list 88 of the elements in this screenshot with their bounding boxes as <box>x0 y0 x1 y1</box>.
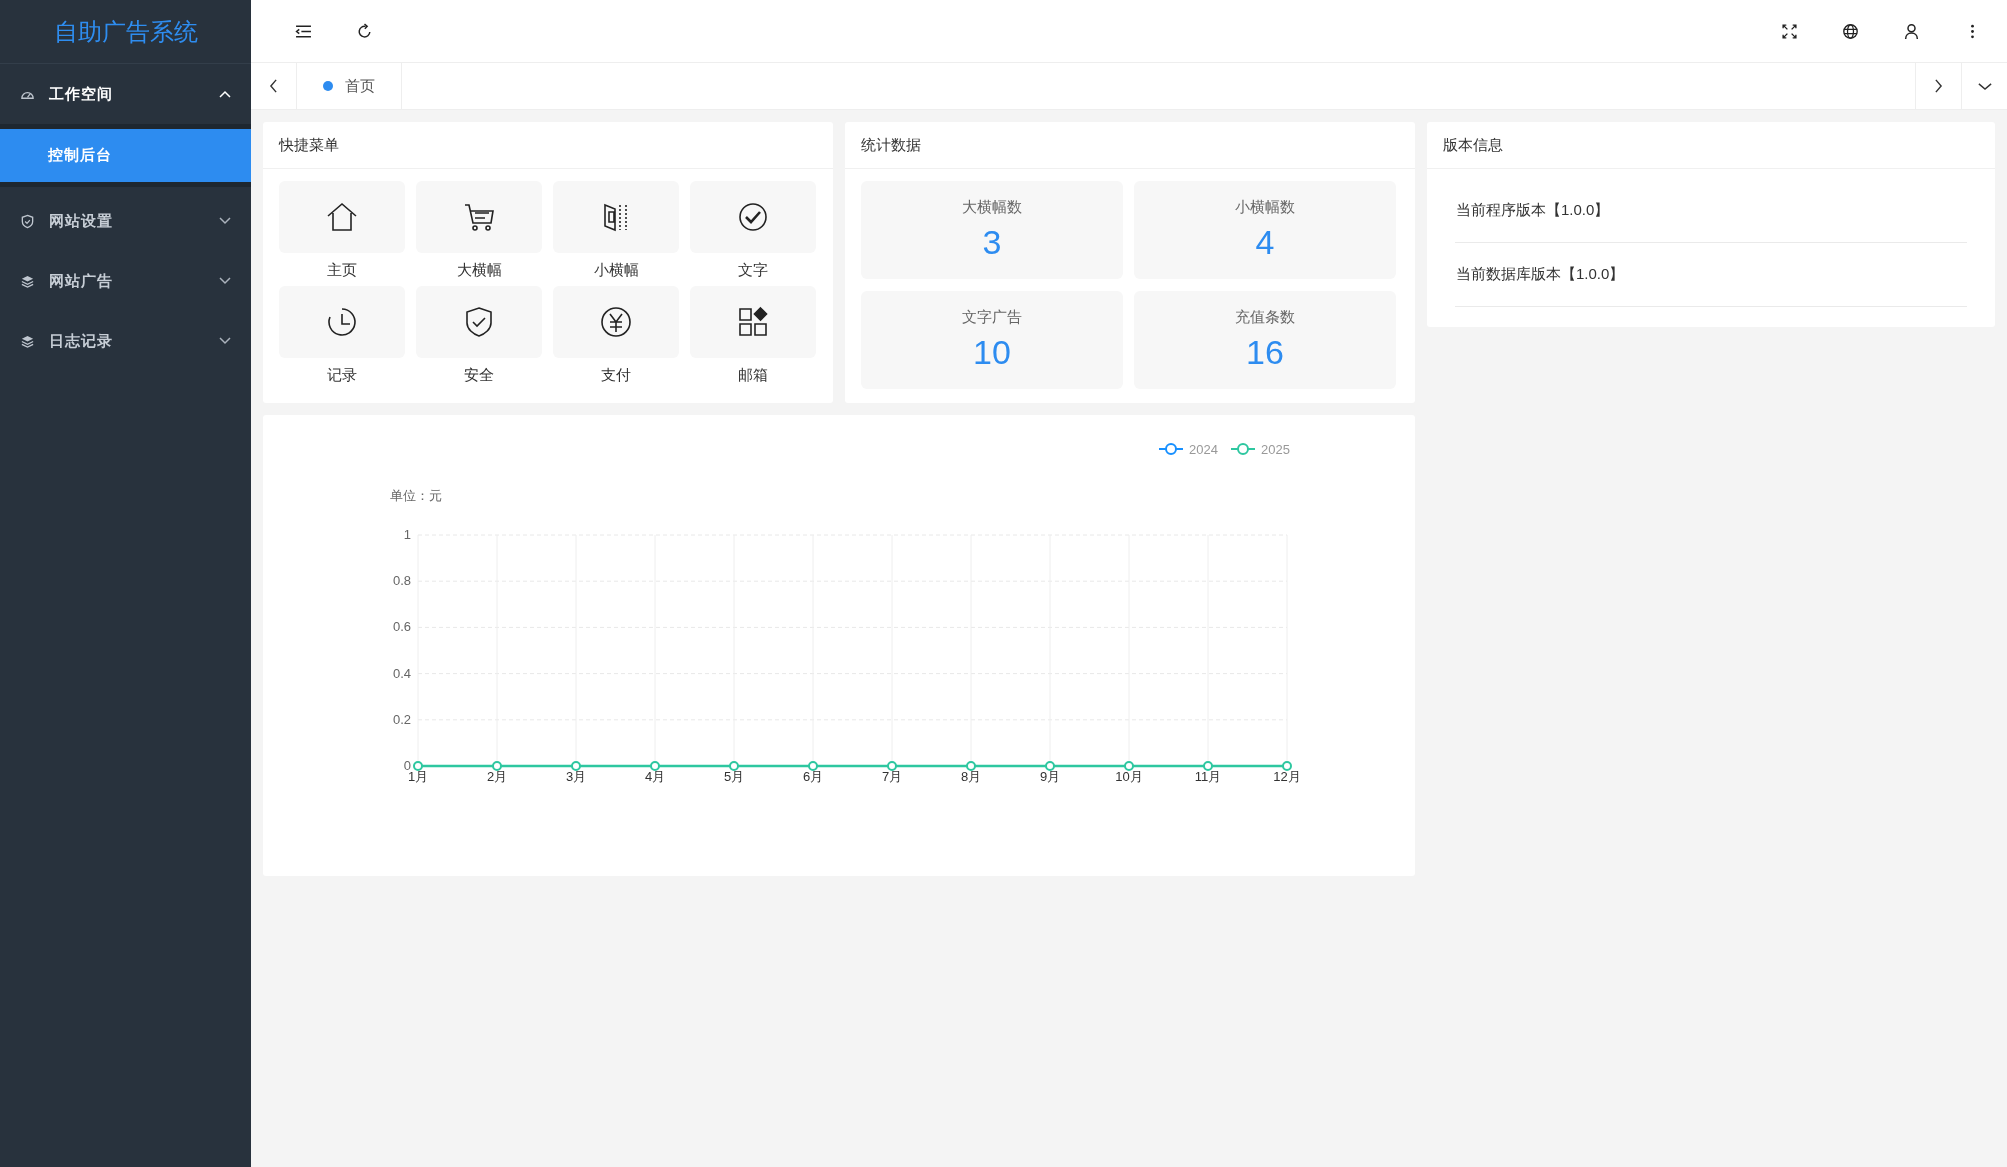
chevron-down-icon <box>1977 81 1992 91</box>
menu-fold-icon[interactable] <box>295 22 312 40</box>
shortcut-label: 大横幅 <box>456 261 502 280</box>
version-text: 当前数据库版本【1.0.0】 <box>1455 243 1967 307</box>
version-text: 当前程序版本【1.0.0】 <box>1455 179 1967 243</box>
clock-icon <box>326 306 358 338</box>
grid-icon <box>737 306 769 338</box>
tab-label: 首页 <box>345 76 375 96</box>
card-title: 统计数据 <box>845 122 1415 169</box>
chevron-up-icon <box>219 90 231 98</box>
data-point <box>1124 761 1134 771</box>
shortcut-tile[interactable] <box>690 286 816 358</box>
chevron-down-icon <box>219 217 231 225</box>
stat-value: 3 <box>982 223 1002 262</box>
data-point <box>887 761 897 771</box>
shortcut-tile[interactable] <box>553 286 679 358</box>
x-tick-label: 10月 <box>1115 769 1143 784</box>
data-point <box>1282 761 1292 771</box>
x-tick-label: 6月 <box>802 769 824 784</box>
data-point <box>650 761 660 771</box>
sidebar-item[interactable]: 网站广告 <box>0 251 251 311</box>
stat-label: 大横幅数 <box>962 198 1022 217</box>
shortcut-label: 安全 <box>464 366 494 385</box>
shortcut-label: 记录 <box>327 366 357 385</box>
x-tick-label: 2月 <box>486 769 508 784</box>
shortcut-tile[interactable] <box>690 181 816 253</box>
sidebar-item[interactable]: 网站设置 <box>0 191 251 251</box>
y-tick-label: 0.4 <box>392 665 411 681</box>
x-tick-label: 5月 <box>723 769 745 784</box>
legend-label: 2025 <box>1261 441 1290 457</box>
data-point <box>729 761 739 771</box>
data-point <box>413 761 423 771</box>
card-title: 快捷菜单 <box>263 122 833 169</box>
chevron-down-icon <box>219 277 231 285</box>
sidebar-item[interactable]: 工作空间 <box>0 64 251 124</box>
x-tick-label: 3月 <box>565 769 587 784</box>
shortcut-label: 文字 <box>738 261 768 280</box>
shortcut-tile[interactable] <box>416 286 542 358</box>
shortcut-tile[interactable] <box>416 181 542 253</box>
layers-icon <box>20 333 35 349</box>
shortcut-tile[interactable] <box>279 181 405 253</box>
x-tick-label: 8月 <box>960 769 982 784</box>
x-tick-label: 11月 <box>1194 769 1222 784</box>
shortcut-label: 支付 <box>601 366 631 385</box>
y-tick-label: 0.8 <box>392 573 411 589</box>
x-tick-label: 7月 <box>881 769 903 784</box>
check-circle-icon <box>737 201 769 233</box>
stat-value: 10 <box>973 333 1011 372</box>
data-point <box>492 761 502 771</box>
page-tab[interactable]: 首页 <box>297 63 402 109</box>
refresh-icon[interactable] <box>356 22 373 40</box>
chevron-right-icon <box>1934 79 1943 93</box>
axis-unit-label: 单位：元 <box>390 488 442 503</box>
fullscreen-icon[interactable] <box>1781 22 1798 40</box>
globe-icon[interactable] <box>1842 22 1859 40</box>
chevron-down-icon <box>219 337 231 345</box>
stat-label: 充值条数 <box>1235 308 1295 327</box>
shield-icon <box>20 213 35 229</box>
x-tick-label: 12月 <box>1273 769 1301 784</box>
stat-label: 小横幅数 <box>1235 198 1295 217</box>
user-icon[interactable] <box>1903 22 1920 40</box>
yen-icon <box>600 306 632 338</box>
y-tick-label: 0.2 <box>392 711 411 727</box>
chevron-left-icon <box>269 79 278 93</box>
x-tick-label: 9月 <box>1039 769 1061 784</box>
data-point <box>966 761 976 771</box>
data-point <box>571 761 581 771</box>
shortcut-tile[interactable] <box>279 286 405 358</box>
layers-icon <box>20 273 35 289</box>
shield-icon <box>463 306 495 338</box>
shortcut-label: 主页 <box>327 261 357 280</box>
stat-label: 文字广告 <box>962 308 1022 327</box>
y-tick-label: 1 <box>403 527 411 542</box>
stat-value: 4 <box>1255 223 1275 262</box>
shortcut-label: 小横幅 <box>593 261 639 280</box>
x-tick-label: 4月 <box>644 769 666 784</box>
stat-value: 16 <box>1246 333 1284 372</box>
data-point <box>1045 761 1055 771</box>
data-point <box>808 761 818 771</box>
shortcut-tile[interactable] <box>553 181 679 253</box>
data-point <box>1203 761 1213 771</box>
y-tick-label: 0.6 <box>392 619 411 635</box>
shortcut-label: 邮箱 <box>738 366 768 385</box>
sidebar-item[interactable]: 日志记录 <box>0 311 251 371</box>
house-icon <box>326 201 358 233</box>
card-title: 版本信息 <box>1427 122 1995 169</box>
legend-label: 2024 <box>1189 441 1218 457</box>
cart-icon <box>463 201 495 233</box>
